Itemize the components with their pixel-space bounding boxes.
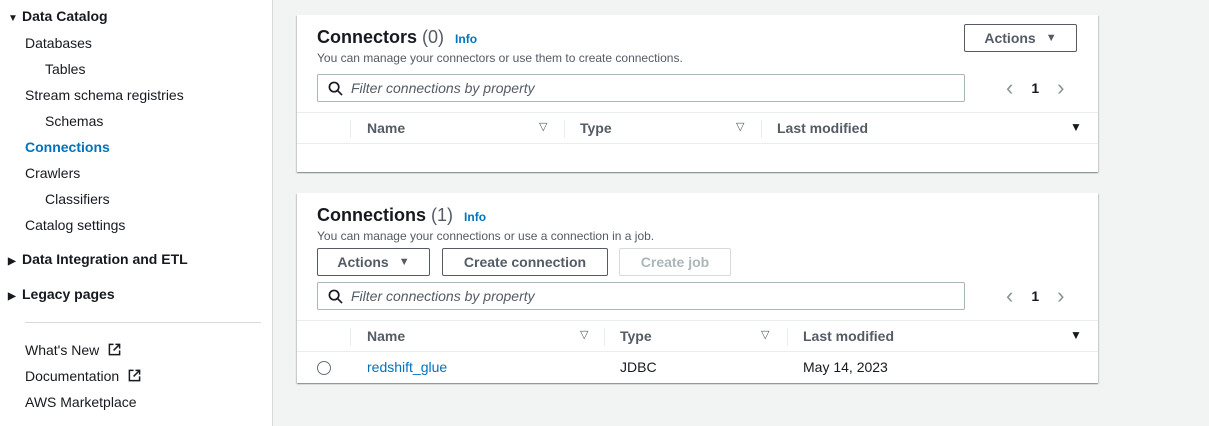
search-icon — [328, 81, 343, 96]
connections-table-header: Name ▽ Type ▽ Last modified ▼ — [297, 320, 1098, 352]
connectors-title: Connectors (0) Info — [317, 27, 477, 48]
connections-title: Connections (1) Info — [317, 205, 486, 226]
nav-section-data-integration[interactable]: ▶ Data Integration and ETL — [8, 251, 188, 267]
main-content: Connectors (0) Info You can manage your … — [274, 0, 1209, 426]
page-number[interactable]: 1 — [1031, 288, 1039, 304]
info-link[interactable]: Info — [464, 210, 486, 224]
sidebar-item-databases[interactable]: Databases — [25, 35, 92, 51]
panel-count: (1) — [431, 205, 454, 225]
column-divider — [761, 120, 762, 138]
connectors-pagination: ‹ 1 › — [1006, 77, 1064, 99]
connections-filter-input[interactable] — [351, 288, 941, 304]
nav-section-label: Data Integration and ETL — [22, 251, 188, 267]
column-header-last-modified[interactable]: Last modified — [777, 113, 868, 143]
connection-type: JDBC — [620, 359, 657, 375]
sidebar-item-schemas[interactable]: Schemas — [45, 113, 103, 129]
sidebar-link-documentation[interactable]: Documentation — [25, 368, 141, 384]
column-divider — [787, 328, 788, 346]
connectors-actions-button[interactable]: Actions ▼ — [964, 24, 1077, 52]
connectors-table-header: Name ▽ Type ▽ Last modified ▼ — [297, 112, 1098, 144]
button-label: Actions — [337, 254, 389, 270]
sidebar: ▼ Data Catalog Databases Tables Stream sc… — [0, 0, 273, 426]
search-icon — [328, 289, 343, 304]
external-link-icon — [128, 369, 141, 382]
chevron-right-icon[interactable]: › — [1057, 77, 1064, 99]
caret-right-icon: ▶ — [8, 256, 16, 267]
caret-down-icon: ▼ — [398, 256, 410, 268]
column-header-last-modified[interactable]: Last modified — [803, 321, 894, 351]
connectors-filter-input-wrapper[interactable] — [317, 74, 965, 102]
chevron-left-icon[interactable]: ‹ — [1006, 285, 1013, 307]
column-header-name[interactable]: Name — [367, 321, 405, 351]
sidebar-item-stream-schema-registries[interactable]: Stream schema registries — [25, 87, 184, 103]
sidebar-item-connections[interactable]: Connections — [25, 139, 110, 155]
connectors-filter-input[interactable] — [351, 80, 941, 96]
column-divider — [350, 120, 351, 138]
panel-title-text: Connections — [317, 205, 427, 225]
sidebar-link-label: Documentation — [25, 368, 120, 384]
connectors-panel: Connectors (0) Info You can manage your … — [297, 15, 1098, 172]
row-select-radio[interactable] — [317, 361, 331, 375]
column-divider — [564, 120, 565, 138]
caret-down-icon: ▼ — [8, 13, 18, 24]
sidebar-item-catalog-settings[interactable]: Catalog settings — [25, 217, 125, 233]
sort-descending-icon[interactable]: ▼ — [1070, 328, 1082, 342]
sidebar-item-tables[interactable]: Tables — [45, 61, 85, 77]
connection-last-modified: May 14, 2023 — [803, 359, 888, 375]
nav-section-label: Data Catalog — [22, 8, 108, 24]
nav-section-data-catalog[interactable]: ▼ Data Catalog — [8, 8, 108, 24]
connections-pagination: ‹ 1 › — [1006, 285, 1064, 307]
column-header-type[interactable]: Type — [580, 113, 612, 143]
column-header-name[interactable]: Name — [367, 113, 405, 143]
sort-icon[interactable]: ▽ — [539, 120, 547, 133]
column-divider — [604, 328, 605, 346]
chevron-left-icon[interactable]: ‹ — [1006, 77, 1013, 99]
create-connection-button[interactable]: Create connection — [442, 248, 608, 276]
nav-section-legacy-pages[interactable]: ▶ Legacy pages — [8, 286, 115, 302]
sort-icon[interactable]: ▽ — [761, 328, 769, 341]
caret-down-icon: ▼ — [1045, 32, 1057, 44]
connections-actions-button[interactable]: Actions ▼ — [317, 248, 430, 276]
panel-count: (0) — [422, 27, 445, 47]
column-header-type[interactable]: Type — [620, 321, 652, 351]
table-row[interactable]: redshift_glue JDBC May 14, 2023 — [297, 352, 1098, 383]
sort-icon[interactable]: ▽ — [580, 328, 588, 341]
connection-name-link[interactable]: redshift_glue — [367, 359, 447, 375]
sort-descending-icon[interactable]: ▼ — [1070, 120, 1082, 134]
panel-title-text: Connectors — [317, 27, 418, 47]
sidebar-link-label: What's New — [25, 342, 100, 358]
caret-right-icon: ▶ — [8, 291, 16, 302]
button-label: Actions — [984, 30, 1036, 46]
page-number[interactable]: 1 — [1031, 80, 1039, 96]
connections-description: You can manage your connections or use a… — [317, 229, 655, 243]
external-link-icon — [108, 343, 121, 356]
connections-filter-input-wrapper[interactable] — [317, 282, 965, 310]
sidebar-link-whats-new[interactable]: What's New — [25, 342, 121, 358]
connections-panel: Connections (1) Info You can manage your… — [297, 193, 1098, 383]
chevron-right-icon[interactable]: › — [1057, 285, 1064, 307]
sidebar-divider — [25, 322, 261, 323]
create-job-button[interactable]: Create job — [619, 248, 731, 276]
info-link[interactable]: Info — [455, 32, 477, 46]
nav-section-label: Legacy pages — [22, 286, 115, 302]
sidebar-item-classifiers[interactable]: Classifiers — [45, 191, 110, 207]
sidebar-link-aws-marketplace[interactable]: AWS Marketplace — [25, 394, 137, 410]
connectors-description: You can manage your connectors or use th… — [317, 51, 683, 65]
column-divider — [350, 328, 351, 346]
sidebar-item-crawlers[interactable]: Crawlers — [25, 165, 80, 181]
sort-icon[interactable]: ▽ — [736, 120, 744, 133]
